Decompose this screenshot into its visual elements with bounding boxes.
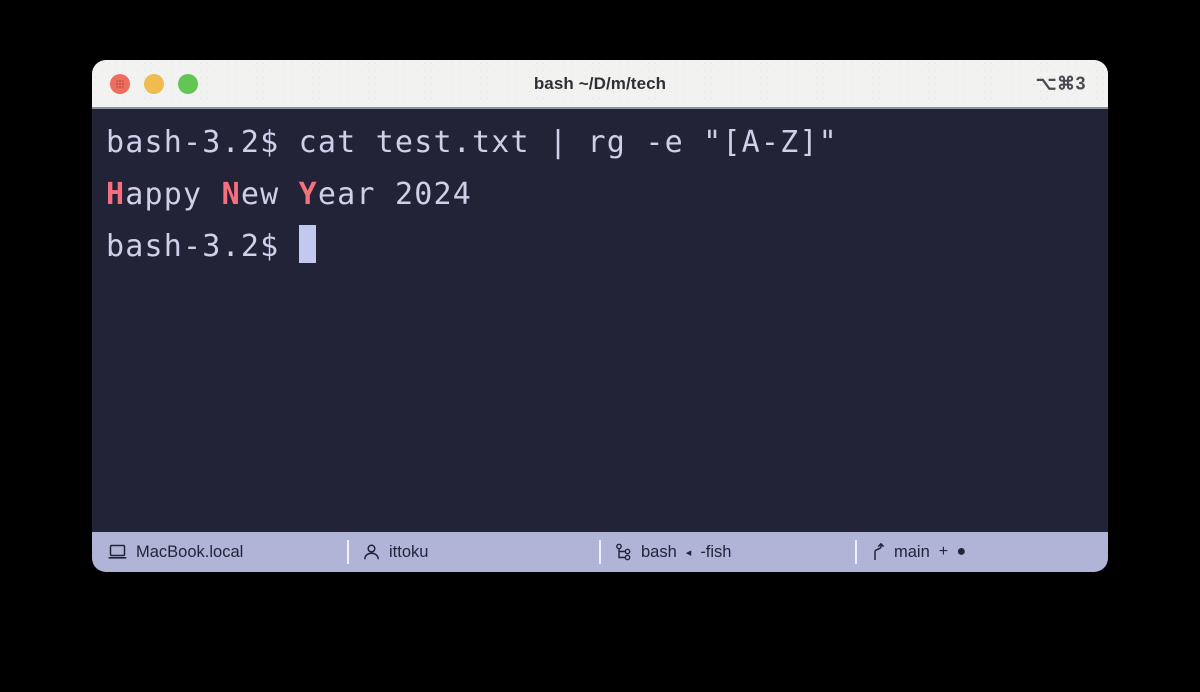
shell-arrow-icon: ◂ bbox=[685, 546, 692, 559]
close-button[interactable] bbox=[110, 73, 130, 94]
window-title: bash ~/D/m/tech bbox=[533, 73, 667, 93]
output-text-3: ear 2024 bbox=[317, 177, 472, 212]
screen: bash ~/D/m/tech ⌥⌘3 bash-3.2$ cat test.t… bbox=[0, 0, 1200, 692]
prompt-2: bash-3.2$ bbox=[106, 229, 299, 264]
prompt-line: bash-3.2$ bbox=[92, 221, 1108, 273]
laptop-icon bbox=[108, 544, 127, 560]
status-item-user[interactable]: ittoku bbox=[349, 532, 599, 572]
output-text-2: ew bbox=[240, 177, 299, 212]
command-text: cat test.txt | rg -e "[A-Z]" bbox=[298, 125, 838, 160]
process-tree-icon bbox=[615, 543, 632, 561]
parent-shell-label: -fish bbox=[700, 542, 732, 561]
git-status-marks: + ● bbox=[938, 543, 969, 560]
match-char-y: Y bbox=[298, 177, 318, 212]
match-char-h: H bbox=[106, 177, 126, 212]
match-char-n: N bbox=[221, 177, 241, 212]
terminal-window: bash ~/D/m/tech ⌥⌘3 bash-3.2$ cat test.t… bbox=[92, 60, 1108, 572]
git-branch-label: main bbox=[894, 542, 930, 561]
status-bar: MacBook.local ittoku bash ◂ -fish main +… bbox=[92, 532, 1108, 572]
status-item-host[interactable]: MacBook.local bbox=[92, 532, 347, 572]
output-line: Happy New Year 2024 bbox=[92, 169, 1108, 221]
status-item-shell[interactable]: bash ◂ -fish bbox=[601, 532, 855, 572]
git-branch-icon bbox=[871, 543, 885, 561]
terminal-content[interactable]: bash-3.2$ cat test.txt | rg -e "[A-Z]" H… bbox=[92, 109, 1108, 532]
text-cursor bbox=[298, 225, 316, 263]
output-text-1: appy bbox=[125, 177, 222, 212]
title-bar: bash ~/D/m/tech ⌥⌘3 bbox=[92, 60, 1108, 109]
host-label: MacBook.local bbox=[136, 542, 244, 561]
person-icon bbox=[363, 544, 380, 561]
keyboard-shortcut-hint: ⌥⌘3 bbox=[1035, 73, 1086, 93]
maximize-button[interactable] bbox=[178, 73, 198, 94]
shell-label: bash bbox=[641, 542, 677, 561]
command-line: bash-3.2$ cat test.txt | rg -e "[A-Z]" bbox=[92, 117, 1108, 169]
minimize-button[interactable] bbox=[144, 73, 164, 94]
user-label: ittoku bbox=[389, 542, 429, 561]
prompt: bash-3.2$ bbox=[106, 125, 299, 160]
window-controls bbox=[110, 73, 198, 94]
status-item-git[interactable]: main + ● bbox=[857, 532, 1108, 572]
